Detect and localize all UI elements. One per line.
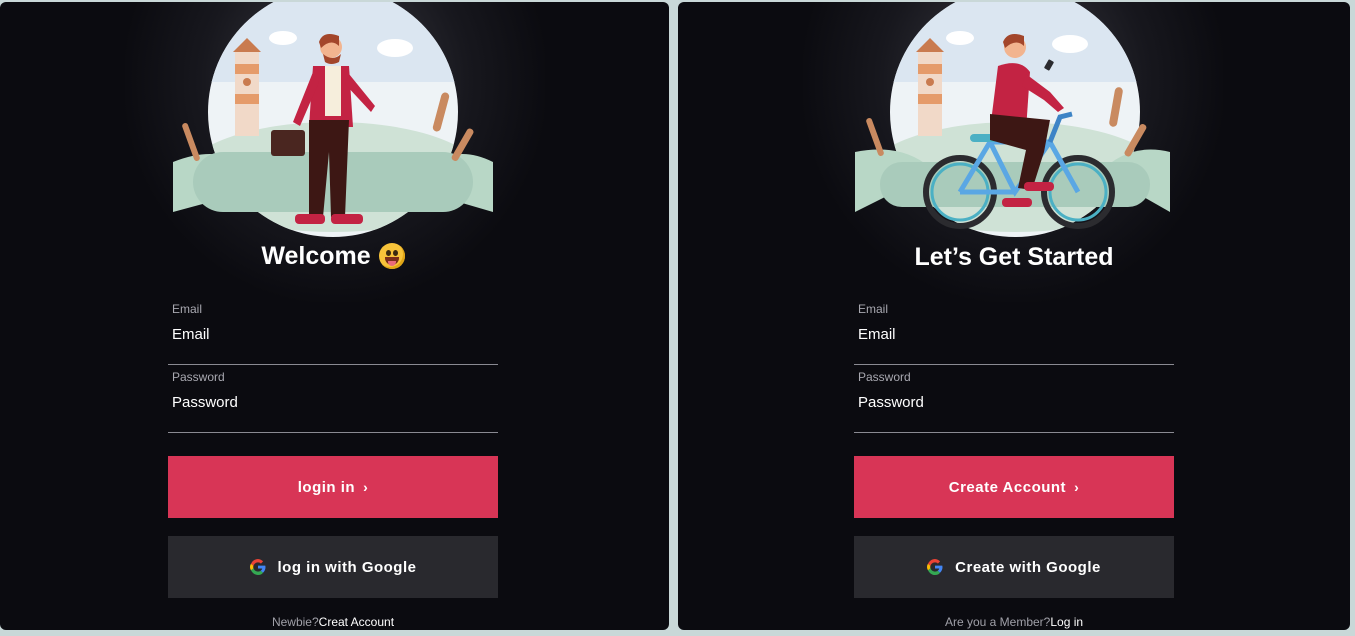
- create-account-link[interactable]: Creat Account: [319, 615, 394, 629]
- footer-prompt: Newbie?: [271, 615, 319, 629]
- man-walking-illustration: [173, 2, 493, 237]
- google-create-label: Create with Google: [955, 558, 1101, 576]
- password-label: Password: [172, 370, 225, 384]
- google-create-button[interactable]: Create with Google: [854, 536, 1174, 598]
- create-account-button[interactable]: Create Account ›: [854, 456, 1174, 518]
- chevron-right-icon: ›: [1074, 479, 1080, 495]
- login-footer: Newbie?Creat Account: [168, 615, 498, 629]
- google-icon: [927, 559, 943, 575]
- email-label: Email: [172, 302, 203, 316]
- page-title: Let’s Get Started: [914, 243, 1114, 271]
- email-field: Email: [854, 302, 1174, 365]
- email-input[interactable]: [854, 320, 1174, 348]
- chevron-right-icon: ›: [363, 479, 369, 495]
- password-input[interactable]: [854, 388, 1174, 416]
- password-input[interactable]: [168, 388, 496, 416]
- welcome-heading: Welcome: [168, 242, 498, 271]
- create-account-label: Create Account: [948, 478, 1067, 496]
- grinning-emoji-icon: [378, 243, 405, 269]
- password-label: Password: [858, 370, 911, 384]
- password-field: Password: [168, 370, 498, 433]
- email-label: Email: [858, 302, 889, 316]
- google-icon: [249, 559, 265, 575]
- man-cycling-illustration: [855, 2, 1170, 237]
- login-panel: Welcome Email Password login in › log in…: [0, 2, 669, 630]
- page-title: Welcome: [261, 242, 371, 270]
- login-button-label: login in: [297, 478, 356, 496]
- footer-prompt: Are you a Member?: [944, 615, 1051, 629]
- password-field: Password: [854, 370, 1174, 433]
- signup-footer: Are you a Member?Log in: [854, 615, 1174, 629]
- log-in-link[interactable]: Log in: [1050, 615, 1083, 629]
- email-input[interactable]: [168, 320, 496, 348]
- signup-panel: Let’s Get Started Email Password Create …: [678, 2, 1350, 630]
- google-login-label: log in with Google: [277, 558, 417, 576]
- email-field: Email: [168, 302, 498, 365]
- login-button[interactable]: login in ›: [168, 456, 498, 518]
- google-login-button[interactable]: log in with Google: [168, 536, 498, 598]
